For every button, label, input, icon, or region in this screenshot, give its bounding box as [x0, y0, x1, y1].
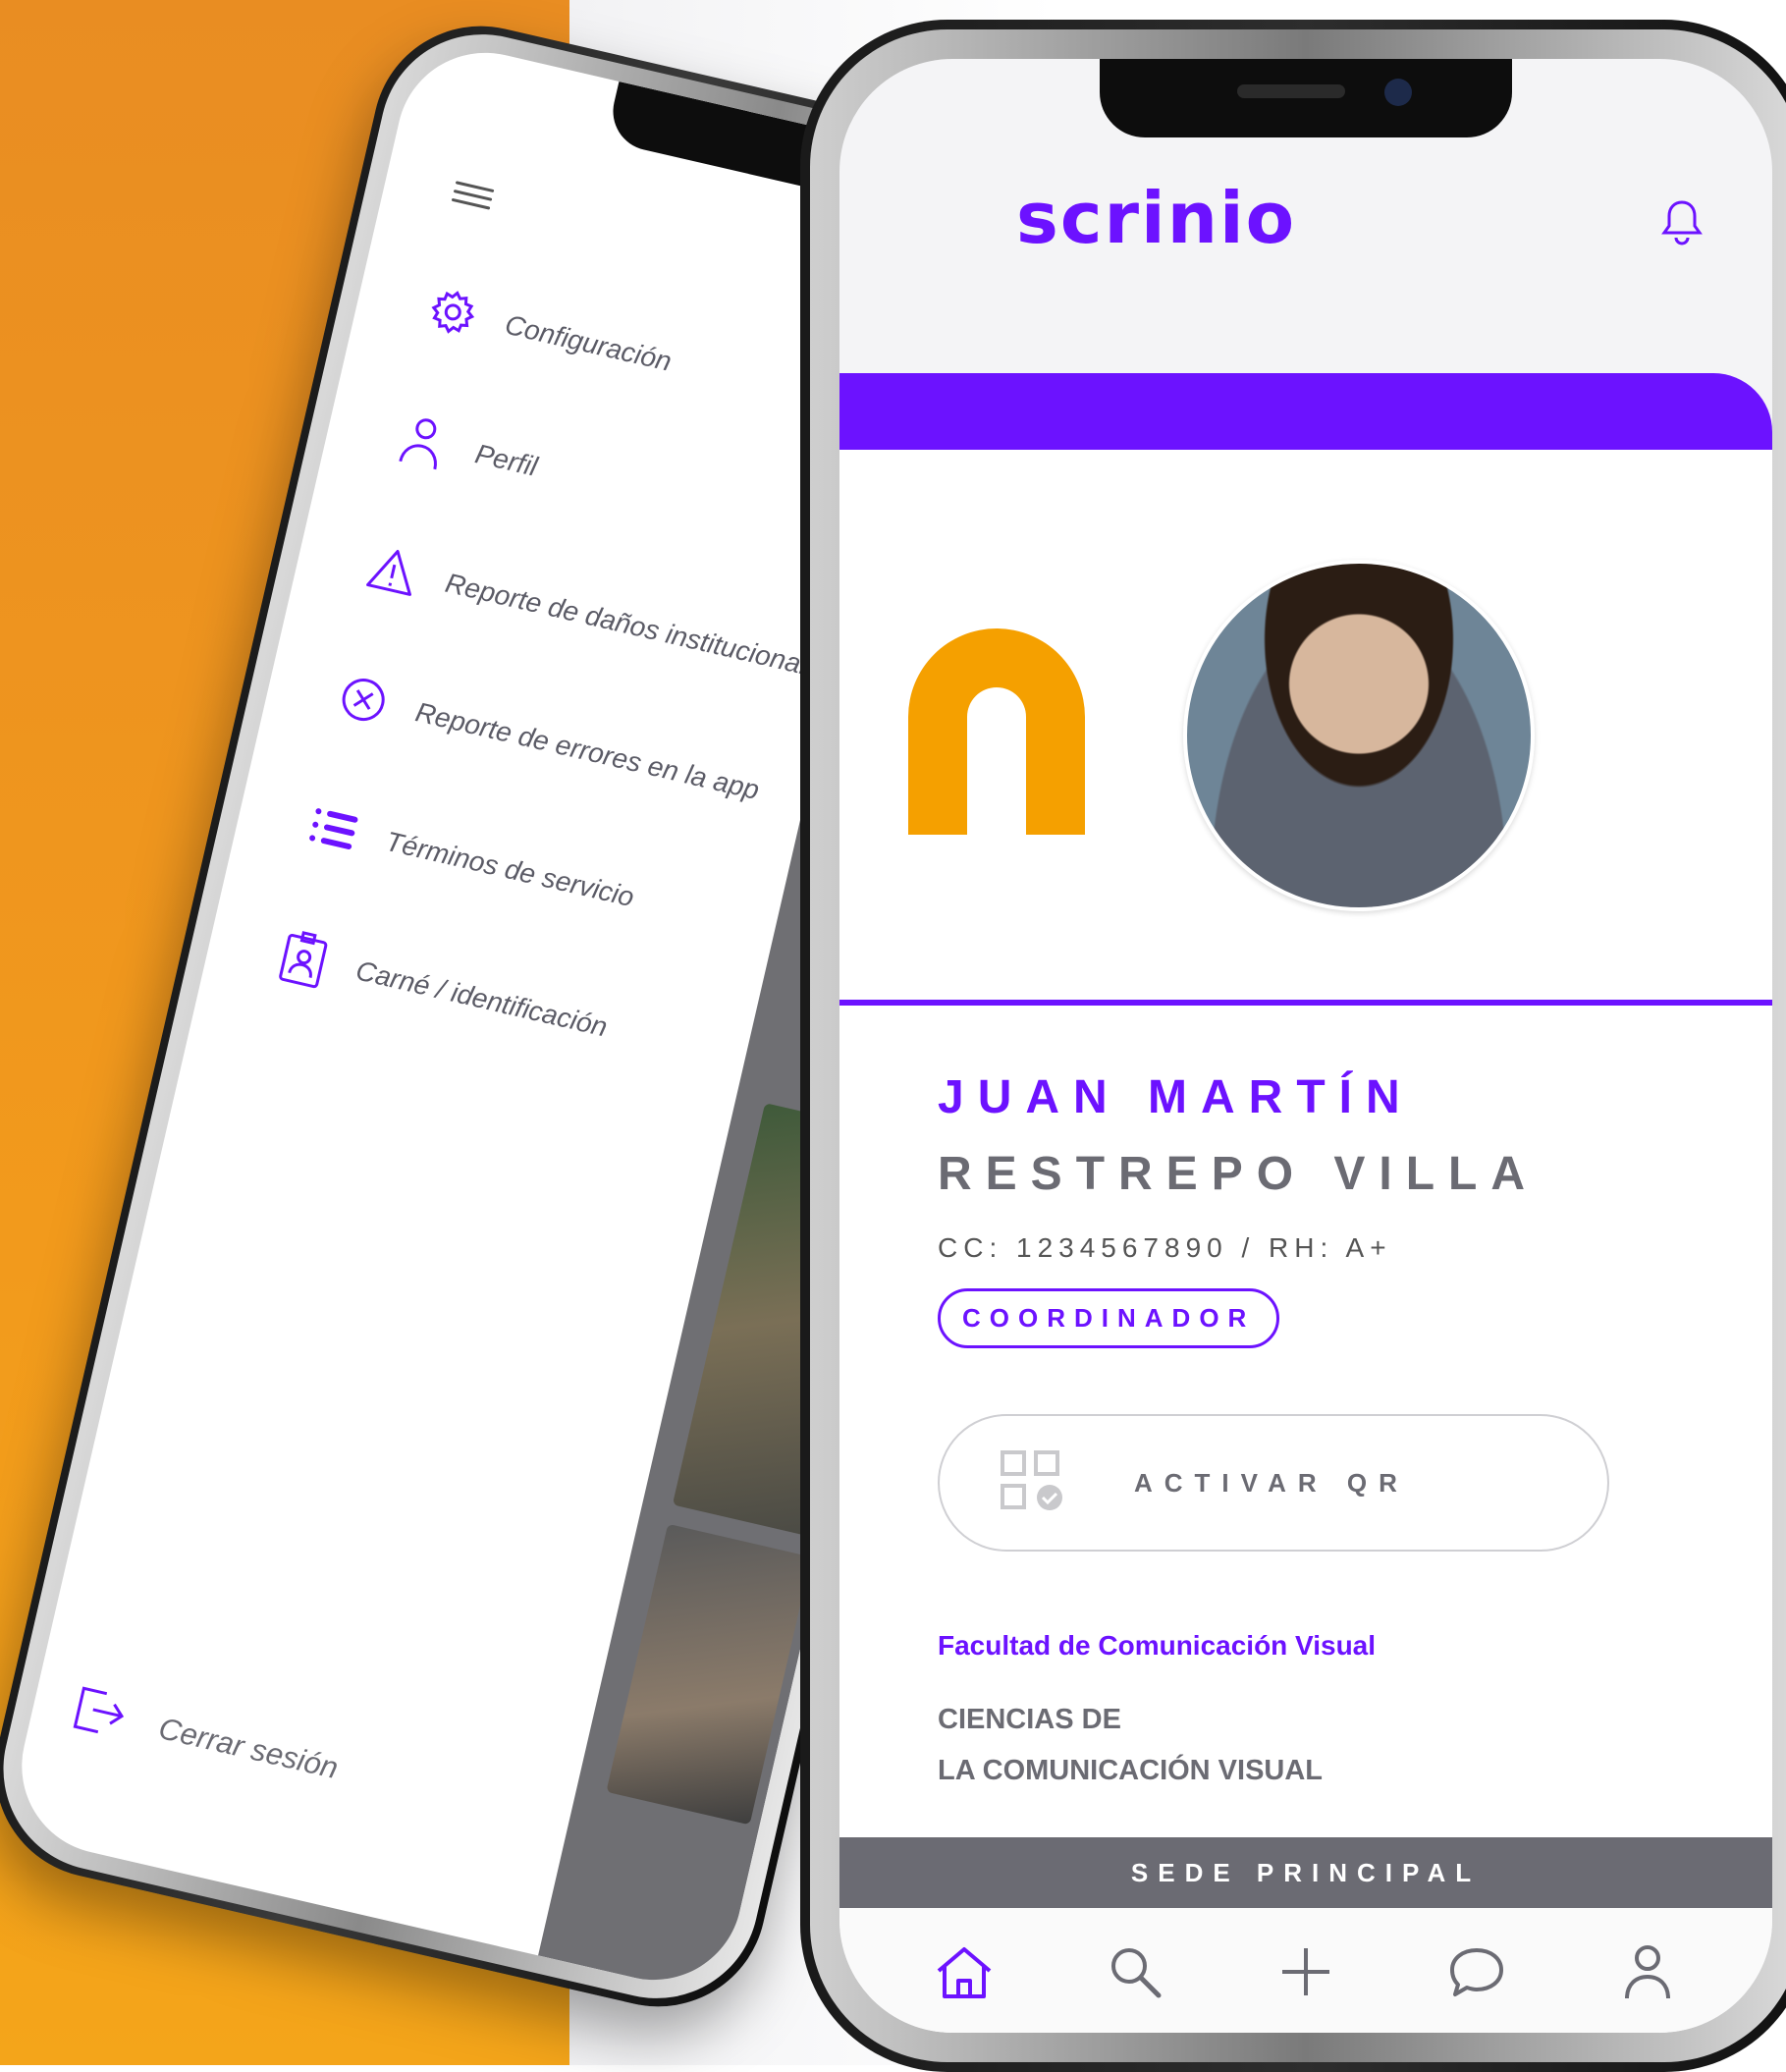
menu-item-configuracion[interactable]: Configuración — [421, 281, 677, 389]
program-line: LA COMUNICACIÓN VISUAL — [938, 1755, 1324, 1786]
activate-qr-label: ACTIVAR QR — [1134, 1467, 1409, 1498]
menu-item-reporte-danos[interactable]: Reporte de daños institucionales — [361, 539, 840, 698]
chat-icon[interactable] — [1442, 1937, 1511, 2006]
search-icon[interactable] — [1101, 1937, 1169, 2006]
activate-qr-button[interactable]: ACTIVAR QR — [938, 1414, 1609, 1552]
logout-icon — [67, 1679, 132, 1748]
logout-label: Cerrar sesión — [155, 1710, 342, 1785]
right-phone-mockup: scrinio JUAN MARTÍN RESTREPO VILLA CC: 1… — [800, 20, 1786, 2072]
plus-icon[interactable] — [1272, 1937, 1340, 2006]
qr-code-icon — [1001, 1449, 1065, 1516]
error-circle-icon — [332, 668, 396, 732]
menu-item-label: Carné / identificación — [352, 954, 611, 1043]
menu-item-label: Reporte de daños institucionales — [442, 567, 839, 687]
menu-item-perfil[interactable]: Perfil — [392, 409, 543, 493]
menu-item-reporte-errores[interactable]: Reporte de errores en la app — [332, 668, 765, 817]
avatar — [1183, 560, 1535, 911]
menu-item-label: Configuración — [502, 308, 675, 377]
bottom-tab-bar — [839, 1908, 1772, 2033]
menu-item-terminos[interactable]: Términos de servicio — [301, 797, 639, 924]
card-header-band — [839, 373, 1772, 450]
speaker-grille — [1237, 84, 1345, 98]
id-badge-icon — [272, 926, 336, 990]
home-icon[interactable] — [930, 1937, 999, 2006]
faculty-name: Facultad de Comunicación Visual — [938, 1630, 1377, 1661]
menu-item-carne[interactable]: Carné / identificación — [272, 926, 613, 1054]
hamburger-icon[interactable] — [451, 175, 496, 214]
app-logo: scrinio — [1016, 177, 1297, 259]
program-name: CIENCIAS DE LA COMUNICACIÓN VISUAL — [938, 1694, 1323, 1796]
card-divider — [839, 1000, 1772, 1006]
front-camera — [1384, 79, 1412, 106]
menu-item-label: Reporte de errores en la app — [412, 696, 763, 806]
last-name: RESTREPO VILLA — [938, 1148, 1540, 1200]
id-numbers: CC: 1234567890 / RH: A+ — [938, 1232, 1392, 1263]
phone-notch — [1100, 59, 1512, 137]
profile-icon[interactable] — [1613, 1937, 1682, 2006]
first-name: JUAN MARTÍN — [938, 1071, 1414, 1123]
role-badge: COORDINADOR — [938, 1288, 1280, 1348]
warning-icon — [361, 539, 425, 603]
gear-icon — [421, 281, 485, 345]
id-card-screen: scrinio JUAN MARTÍN RESTREPO VILLA CC: 1… — [839, 59, 1772, 2033]
app-header: scrinio — [839, 157, 1772, 275]
list-icon — [301, 797, 365, 861]
menu-item-label: Términos de servicio — [383, 825, 637, 913]
campus-banner: SEDE PRINCIPAL — [839, 1837, 1772, 1908]
program-line: CIENCIAS DE — [938, 1704, 1121, 1735]
menu-item-label: Perfil — [472, 438, 541, 482]
brand-arch-icon — [898, 609, 1095, 840]
bell-icon[interactable] — [1660, 196, 1704, 252]
logout-button[interactable]: Cerrar sesión — [67, 1679, 344, 1797]
user-icon — [392, 409, 456, 473]
